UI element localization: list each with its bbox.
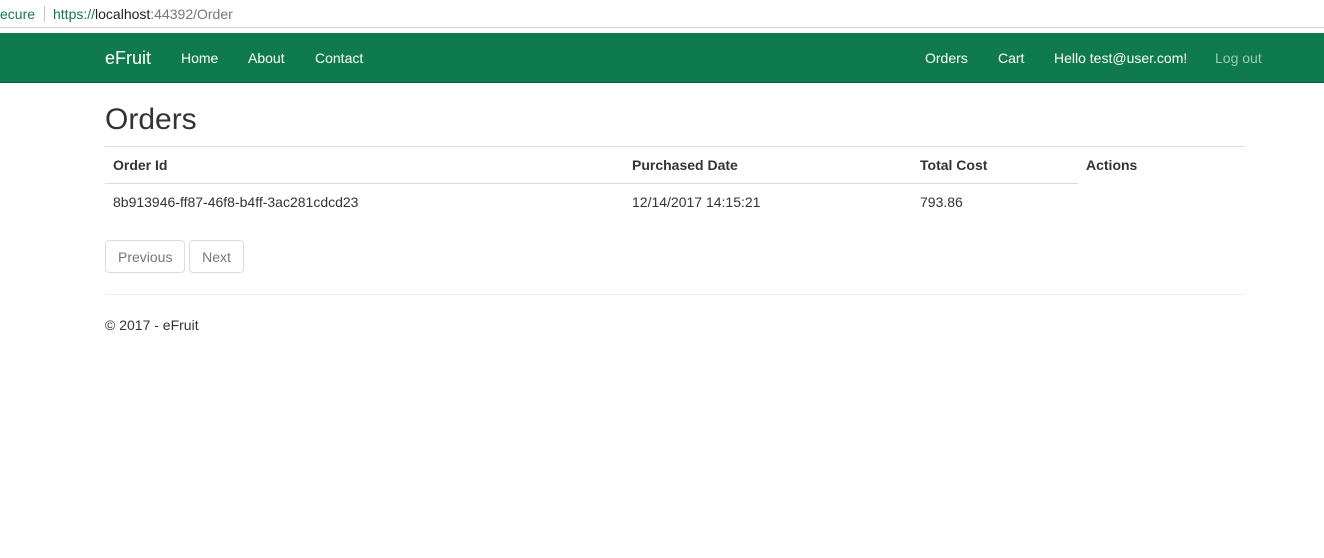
nav-contact-link[interactable]: Contact [315,33,363,83]
header-actions: Actions [1086,157,1138,173]
table-row: 8b913946-ff87-46f8-b4ff-3ac281cdcd23 12/… [105,183,1245,220]
nav-cart-link[interactable]: Cart [998,33,1024,83]
navbar: eFruit Home About Contact Orders Cart He… [0,33,1324,83]
cell-purchased-date: 12/14/2017 14:15:21 [632,193,761,210]
next-button[interactable]: Next [189,240,244,273]
footer-divider [105,294,1245,295]
url-host: localhost [95,6,151,22]
header-order-id: Order Id [105,147,624,184]
header-total-cost: Total Cost [912,147,1078,184]
header-purchased-date: Purchased Date [624,147,912,184]
url-scheme: https:// [53,6,96,22]
url-path: :44392/Order [150,6,233,22]
address-separator [44,6,45,22]
cell-total-cost: 793.86 [920,193,963,210]
secure-label[interactable]: ecure [0,0,35,28]
table-header-row: Order Id Purchased Date Total Cost Actio… [105,147,1245,184]
nav-user-greeting-link[interactable]: Hello test@user.com! [1054,33,1187,83]
orders-table: Order Id Purchased Date Total Cost Actio… [105,147,1245,220]
nav-home-link[interactable]: Home [181,33,218,83]
browser-address-bar: ecure https://localhost:44392/Order [0,0,1324,28]
cell-actions [1078,183,1245,220]
previous-button[interactable]: Previous [105,240,185,273]
nav-orders-link[interactable]: Orders [925,33,968,83]
footer-copyright: © 2017 - eFruit [105,317,199,333]
logout-button[interactable]: Log out [1215,33,1262,83]
cell-order-id: 8b913946-ff87-46f8-b4ff-3ac281cdcd23 [113,193,359,210]
nav-about-link[interactable]: About [248,33,285,83]
brand-link[interactable]: eFruit [105,33,151,83]
page-title: Orders [105,103,197,136]
url-field[interactable]: https://localhost:44392/Order [53,0,233,28]
